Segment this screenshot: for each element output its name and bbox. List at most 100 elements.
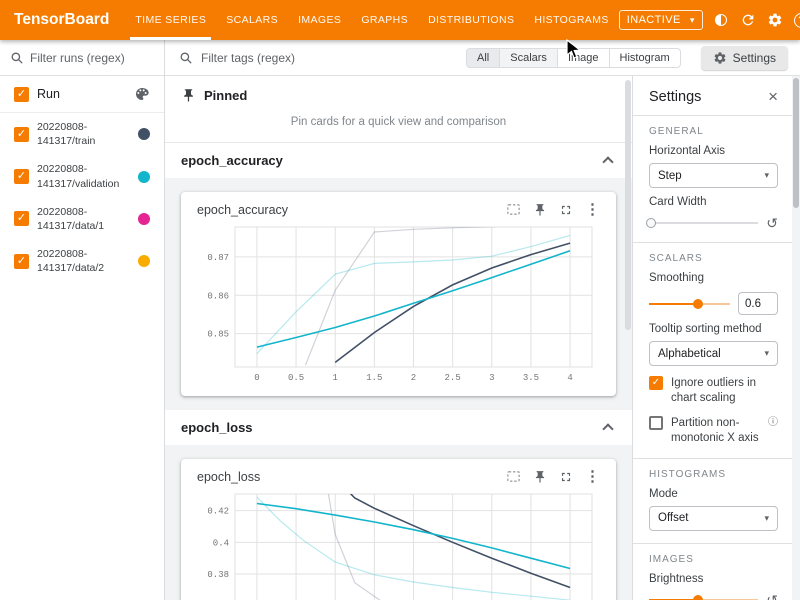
pinned-section: Pinned Pin cards for a quick view and co… [165,76,632,143]
run-checkbox[interactable]: ✓ [14,211,29,226]
refresh-icon[interactable] [740,12,757,29]
reset-icon[interactable]: ↺ [766,593,778,600]
tab-distributions[interactable]: DISTRIBUTIONS [418,0,524,40]
ignore-outliers-checkbox[interactable]: ✓ [649,376,663,390]
run-row[interactable]: ✓ 20220808-141317/data/1 [0,198,164,240]
runs-sidebar: ✓ Run ✓ 20220808-141317/train ✓ 20220808… [0,40,165,600]
epoch-accuracy-chart[interactable]: 00.511.522.533.540.850.860.87 [189,219,608,394]
run-status-dropdown[interactable]: INACTIVE ▾ [619,10,703,30]
tab-images[interactable]: IMAGES [288,0,351,40]
run-checkbox[interactable]: ✓ [14,169,29,184]
card-header: epoch_accuracy ⋮ [189,200,608,219]
help-icon[interactable]: ? [794,13,800,28]
horizontal-axis-select[interactable]: Step ▾ [649,163,778,188]
card-width-row: ↺ [649,216,778,230]
fullscreen-icon[interactable] [559,470,573,484]
slider-fill [649,303,698,305]
svg-text:1.5: 1.5 [366,373,382,383]
search-icon [10,51,24,65]
gear-glyph [767,12,783,28]
run-list: ✓ 20220808-141317/train ✓ 20220808-14131… [0,113,164,282]
tag-type-chips: All Scalars Image Histogram [466,48,681,68]
workspace: Pinned Pin cards for a quick view and co… [165,76,800,600]
pin-icon [181,88,196,103]
run-row[interactable]: ✓ 20220808-141317/data/2 [0,240,164,282]
group-caption: IMAGES [649,554,778,565]
run-row[interactable]: ✓ 20220808-141317/validation [0,155,164,197]
pin-icon[interactable] [533,470,547,484]
palette-icon[interactable] [134,86,150,102]
partition-x-axis-checkbox[interactable] [649,416,663,430]
fit-to-data-icon[interactable] [506,202,521,217]
brightness-label: Brightness [649,573,778,585]
tab-scalars[interactable]: SCALARS [216,0,288,40]
run-checkbox[interactable]: ✓ [14,254,29,269]
smoothing-row [649,292,778,315]
select-all-runs-checkbox[interactable]: ✓ [14,87,29,102]
close-icon[interactable]: × [768,88,778,105]
epoch-loss-chart[interactable]: 00.511.522.533.540.360.380.40.42 [189,486,608,600]
more-options-icon[interactable]: ⋮ [585,202,600,217]
run-row[interactable]: ✓ 20220808-141317/train [0,113,164,155]
chip-all[interactable]: All [466,48,500,68]
tag-filter-toolbar: All Scalars Image Histogram Settings [165,40,800,76]
smoothing-label: Smoothing [649,272,778,284]
run-color-dot[interactable] [138,255,150,267]
smoothing-slider[interactable] [649,298,730,310]
chip-scalars[interactable]: Scalars [499,48,558,68]
run-color-dot[interactable] [138,171,150,183]
run-label: 20220808-141317/data/1 [37,205,130,233]
svg-text:3.5: 3.5 [523,373,539,383]
slider-thumb[interactable] [693,299,703,309]
scalar-card-epoch-accuracy: epoch_accuracy ⋮ 00.511.522.533.540.850.… [181,192,616,396]
section-header-epoch-loss[interactable]: epoch_loss [165,410,632,445]
svg-text:0.38: 0.38 [207,570,229,580]
chip-histogram[interactable]: Histogram [609,48,681,68]
tooltip-sorting-select[interactable]: Alphabetical ▾ [649,341,778,366]
fit-to-data-icon[interactable] [506,469,521,484]
card-width-slider[interactable] [649,217,758,229]
scrollbar-thumb[interactable] [793,78,799,208]
section-body: epoch_accuracy ⋮ 00.511.522.533.540.850.… [165,178,632,410]
slider-thumb[interactable] [646,218,656,228]
brightness-slider[interactable] [649,594,758,600]
tab-time-series[interactable]: TIME SERIES [125,0,216,40]
more-options-icon[interactable]: ⋮ [585,469,600,484]
run-label: 20220808-141317/train [37,120,130,148]
partition-x-axis-row: Partition non-monotonic X axis ⓘ [649,416,778,446]
smoothing-value-input[interactable] [738,292,778,315]
svg-text:0.85: 0.85 [207,330,229,340]
tag-filter-input[interactable] [201,51,458,65]
tensorboard-app: TensorBoard TIME SERIES SCALARS IMAGES G… [0,0,800,600]
pin-icon[interactable] [533,203,547,217]
ignore-outliers-row: ✓ Ignore outliers in chart scaling [649,376,778,406]
slider-thumb[interactable] [693,595,703,600]
run-color-dot[interactable] [138,213,150,225]
scrollbar-thumb[interactable] [625,80,631,330]
theme-toggle-icon[interactable] [713,12,730,29]
reset-icon[interactable]: ↺ [766,216,778,230]
chip-image[interactable]: Image [557,48,610,68]
runs-filter-input[interactable] [30,51,154,65]
section-header-epoch-accuracy[interactable]: epoch_accuracy [165,143,632,178]
settings-gear-icon[interactable] [767,12,784,29]
run-color-dot[interactable] [138,128,150,140]
ignore-outliers-label: Ignore outliers in chart scaling [671,376,778,406]
settings-scrollbar[interactable] [792,76,800,600]
settings-button[interactable]: Settings [701,46,788,70]
run-checkbox[interactable]: ✓ [14,127,29,142]
cards-scrollbar[interactable] [624,76,632,600]
fullscreen-icon[interactable] [559,203,573,217]
tooltip-sorting-label: Tooltip sorting method [649,323,778,335]
histogram-mode-select[interactable]: Offset ▾ [649,506,778,531]
tab-graphs[interactable]: GRAPHS [351,0,418,40]
card-actions: ⋮ [506,469,600,484]
histogram-mode-label: Mode [649,488,778,500]
chevron-up-icon[interactable] [602,423,613,434]
svg-text:4: 4 [567,373,572,383]
section-title: epoch_accuracy [181,153,283,168]
search-icon [179,51,193,65]
tab-histograms[interactable]: HISTOGRAMS [524,0,618,40]
svg-text:0: 0 [254,373,259,383]
chevron-up-icon[interactable] [602,156,613,167]
